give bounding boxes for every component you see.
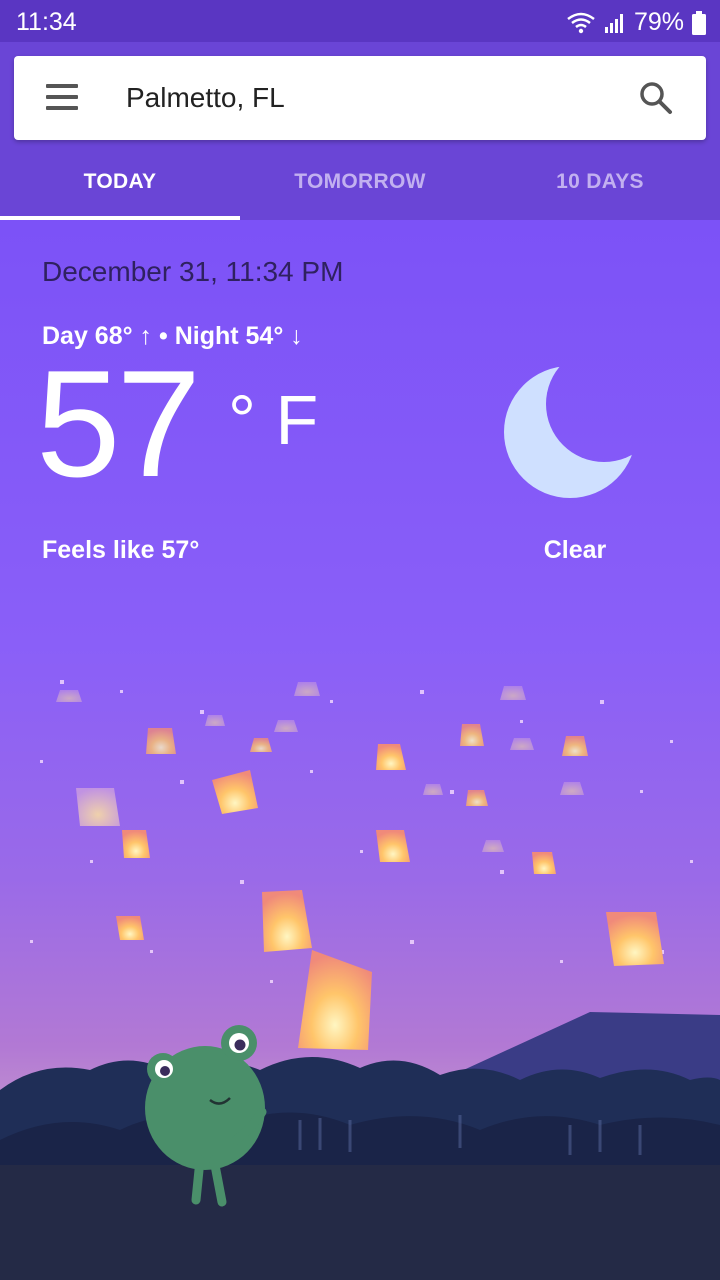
status-time: 11:34 [16, 8, 77, 36]
menu-icon[interactable] [46, 84, 78, 112]
weather-panel: December 31, 11:34 PM Day 68° ↑ • Night … [0, 220, 720, 1280]
date-time: December 31, 11:34 PM [42, 256, 344, 287]
temperature-unit: ° F [228, 381, 319, 459]
status-icons: 79% [566, 8, 706, 37]
moon-icon [500, 360, 640, 510]
tab-tomorrow[interactable]: TOMORROW [240, 142, 480, 220]
app-bar: Palmetto, FL TODAY TOMORROW 10 DAYS [0, 42, 720, 220]
condition-label: Clear [543, 536, 607, 564]
search-box[interactable]: Palmetto, FL [14, 56, 706, 140]
battery-icon [692, 10, 706, 35]
status-bar: 11:34 79% [0, 0, 720, 42]
tab-10-days[interactable]: 10 DAYS [480, 142, 720, 220]
battery-percent: 79% [633, 8, 684, 36]
tab-today[interactable]: TODAY [0, 142, 240, 220]
wifi-icon [566, 12, 596, 34]
tab-bar: TODAY TOMORROW 10 DAYS [0, 142, 720, 220]
night-lanterns-illustration [0, 680, 720, 1280]
location-field[interactable]: Palmetto, FL [126, 82, 285, 114]
signal-icon [604, 12, 626, 34]
feels-like: Feels like 57° [42, 536, 200, 564]
current-temperature: 57 [36, 339, 201, 509]
search-icon[interactable] [638, 80, 674, 116]
